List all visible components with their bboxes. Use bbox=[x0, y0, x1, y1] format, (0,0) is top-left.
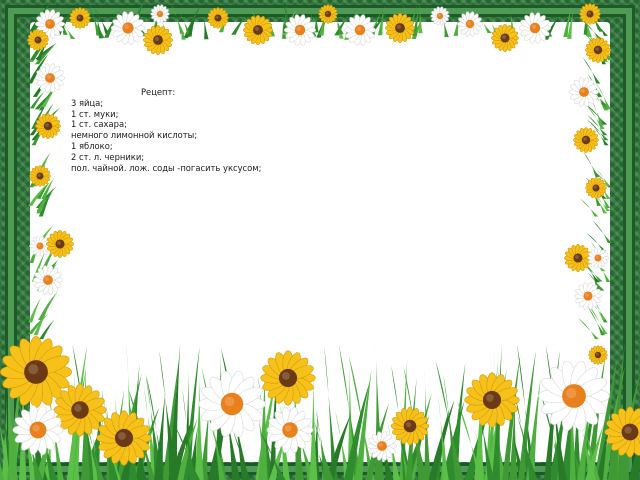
recipe-line-sugar: 1 ст. сахара; bbox=[71, 119, 127, 130]
recipe-line-blueberries: 2 ст. л. черники; bbox=[71, 151, 145, 162]
recipe-line-citric-acid: немного лимонной кислоты; bbox=[71, 130, 198, 141]
recipe-line-soda: пол. чайной. лож. соды -погасить уксусом… bbox=[71, 162, 262, 173]
recipe-line-eggs: 3 яйца; bbox=[71, 97, 104, 108]
recipe-text-block: Рецепт: 3 яйца; 1 ст. муки; 1 ст. сахара… bbox=[71, 87, 371, 173]
recipe-line-apple: 1 яблоко; bbox=[71, 140, 113, 151]
recipe-title: Рецепт: bbox=[141, 87, 176, 97]
recipe-line-flour: 1 ст. муки; bbox=[71, 108, 119, 119]
